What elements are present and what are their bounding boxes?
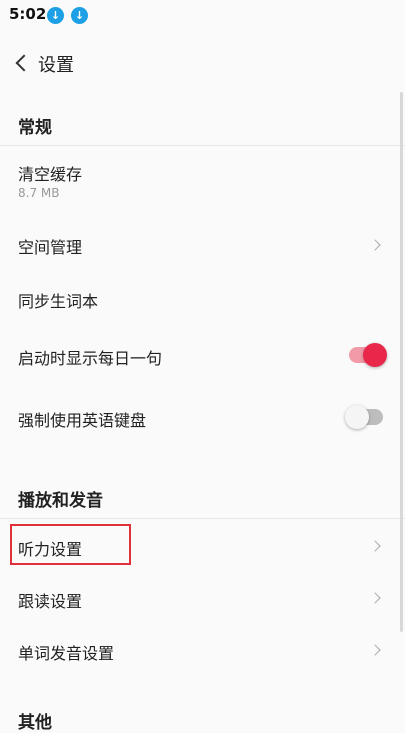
divider <box>0 145 405 146</box>
divider <box>0 518 405 519</box>
force-english-keyboard-row[interactable]: 强制使用英语键盘 <box>0 390 405 444</box>
space-management-label: 空间管理 <box>18 238 83 257</box>
chevron-right-icon <box>369 592 381 604</box>
toggle-knob <box>345 405 369 429</box>
chevron-right-icon <box>369 540 381 552</box>
daily-sentence-toggle[interactable] <box>349 343 387 367</box>
force-english-keyboard-label: 强制使用英语键盘 <box>18 411 147 430</box>
sync-wordbook-label: 同步生词本 <box>18 292 99 311</box>
chevron-right-icon <box>369 644 381 656</box>
clear-cache-label: 清空缓存 <box>18 165 83 184</box>
sync-wordbook-row[interactable]: 同步生词本 <box>0 272 405 324</box>
download-icon: ↓ <box>71 7 88 24</box>
back-icon[interactable] <box>14 52 32 74</box>
status-bar: 5:02 ↓ ↓ <box>0 0 405 32</box>
chevron-right-icon <box>369 239 381 251</box>
force-english-keyboard-toggle[interactable] <box>345 405 383 429</box>
page-title: 设置 <box>38 55 74 76</box>
space-management-row[interactable]: 空间管理 <box>0 218 405 270</box>
cache-size: 8.7 MB <box>18 186 60 200</box>
daily-sentence-label: 启动时显示每日一句 <box>18 349 163 368</box>
app-header: 设置 <box>0 36 405 90</box>
word-pronunciation-settings-row[interactable]: 单词发音设置 <box>0 624 405 676</box>
section-general: 常规 <box>18 118 52 138</box>
toggle-knob <box>363 343 387 367</box>
word-pronunciation-settings-label: 单词发音设置 <box>18 644 115 663</box>
section-playback: 播放和发音 <box>18 491 103 511</box>
clear-cache-row[interactable]: 清空缓存 8.7 MB <box>0 148 405 210</box>
follow-read-settings-row[interactable]: 跟读设置 <box>0 572 405 624</box>
scrollbar[interactable] <box>400 92 403 632</box>
daily-sentence-row[interactable]: 启动时显示每日一句 <box>0 328 405 382</box>
highlight-box <box>10 524 131 565</box>
section-other: 其他 <box>18 713 52 733</box>
download-icon: ↓ <box>47 7 64 24</box>
follow-read-settings-label: 跟读设置 <box>18 592 83 611</box>
status-time: 5:02 <box>9 5 47 23</box>
